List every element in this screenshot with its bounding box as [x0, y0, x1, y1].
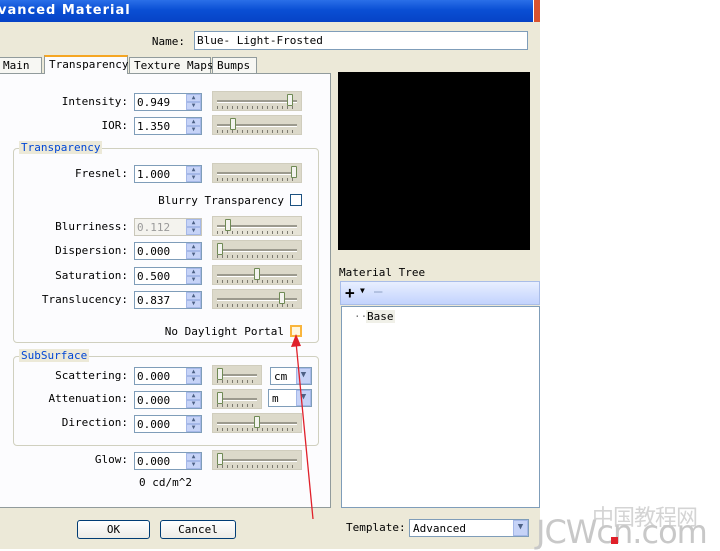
- tab-transparency[interactable]: Transparency: [44, 55, 128, 74]
- annotation-arrow-head: [291, 334, 301, 347]
- site-watermark: 中国教程网 JCWcn.com: [536, 500, 720, 551]
- watermark-dot-icon: [611, 537, 618, 544]
- tab-transparency-label: Transparency: [49, 58, 129, 71]
- watermark-text: JCWcn.com: [536, 513, 708, 551]
- annotation-arrow: [291, 334, 314, 520]
- annotation-arrow-line: [295, 341, 314, 520]
